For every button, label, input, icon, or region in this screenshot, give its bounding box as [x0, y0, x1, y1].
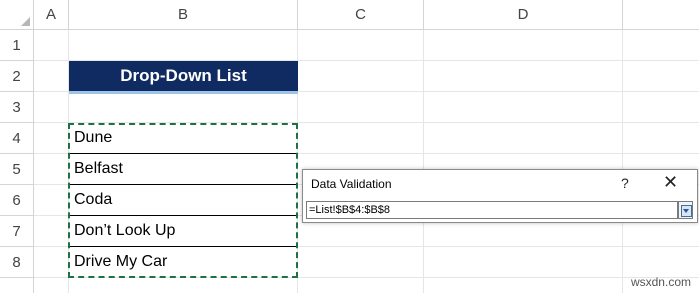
- column-header-e[interactable]: [623, 0, 699, 30]
- close-button[interactable]: ✕: [663, 172, 678, 193]
- list-cell-b4[interactable]: Dune: [69, 123, 298, 154]
- row-header-2[interactable]: 2: [0, 61, 34, 92]
- title-cell[interactable]: Drop-Down List: [69, 61, 298, 94]
- dialog-title: Data Validation: [311, 177, 392, 191]
- data-validation-dialog: Data Validation ? ✕ =List!$B$4:$B$8: [302, 169, 698, 223]
- expand-dialog-button[interactable]: [678, 201, 693, 219]
- row-header-9[interactable]: [0, 278, 34, 293]
- row-header-7[interactable]: 7: [0, 216, 34, 247]
- column-header-a[interactable]: A: [34, 0, 69, 30]
- source-range-input[interactable]: =List!$B$4:$B$8: [306, 201, 678, 219]
- gridline: [423, 30, 424, 293]
- gridline: [622, 30, 623, 293]
- list-cell-b5[interactable]: Belfast: [69, 154, 298, 185]
- spreadsheet-grid: A B C D 1 2 3 4 5 6 7 8 Drop-Down List D…: [0, 0, 699, 293]
- list-cell-b6[interactable]: Coda: [69, 185, 298, 216]
- list-cell-b7[interactable]: Don’t Look Up: [69, 216, 298, 247]
- column-header-d[interactable]: D: [424, 0, 623, 30]
- row-header-8[interactable]: 8: [0, 247, 34, 278]
- help-button[interactable]: ?: [621, 175, 629, 191]
- row-header-6[interactable]: 6: [0, 185, 34, 216]
- select-all-triangle-icon: [21, 17, 30, 26]
- row-header-3[interactable]: 3: [0, 92, 34, 123]
- watermark: wsxdn.com: [630, 275, 691, 289]
- row-header-1[interactable]: 1: [0, 30, 34, 61]
- column-header-c[interactable]: C: [298, 0, 424, 30]
- arrow-down-icon: [683, 209, 689, 213]
- column-header-b[interactable]: B: [69, 0, 298, 30]
- row-header-5[interactable]: 5: [0, 154, 34, 185]
- row-header-4[interactable]: 4: [0, 123, 34, 154]
- list-cell-b8[interactable]: Drive My Car: [69, 247, 298, 278]
- select-all-corner[interactable]: [0, 0, 34, 30]
